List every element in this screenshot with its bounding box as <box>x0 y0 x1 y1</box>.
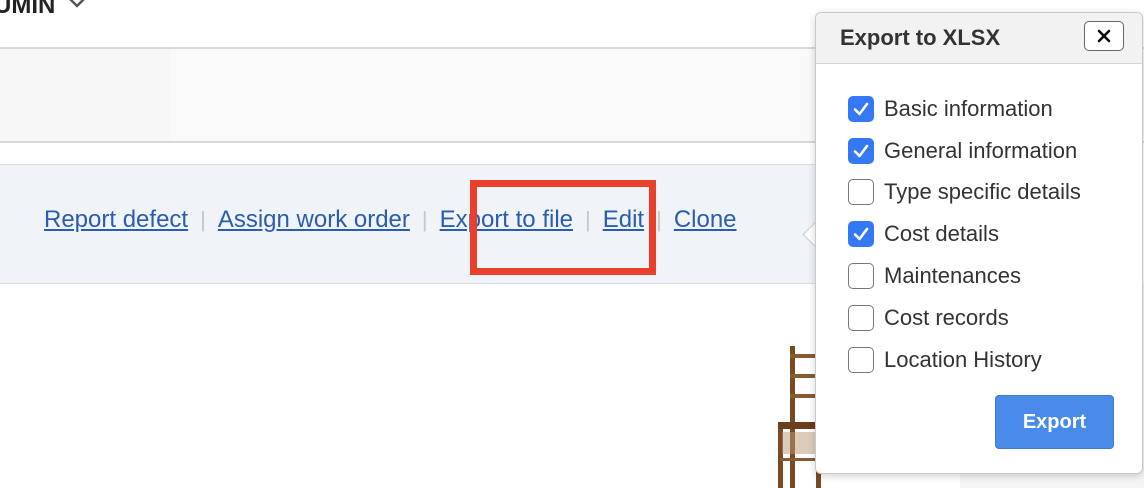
option-label: Cost records <box>884 304 1009 330</box>
checkbox[interactable] <box>848 95 874 122</box>
user-menu-label[interactable]: UMIN <box>0 0 55 20</box>
assign-work-order-link[interactable]: Assign work order <box>218 206 410 234</box>
close-icon <box>1097 29 1111 43</box>
option-cost-details[interactable]: Cost details <box>848 213 1128 255</box>
option-cost-records[interactable]: Cost records <box>848 297 1128 339</box>
option-label: Maintenances <box>884 263 1021 289</box>
checkbox[interactable] <box>848 221 874 248</box>
option-basic-information[interactable]: Basic information <box>848 88 1128 130</box>
highlight-box <box>470 180 656 275</box>
checkmark-icon <box>853 227 869 241</box>
export-popup: Export to XLSX Basic information General… <box>815 12 1143 474</box>
option-label: Cost details <box>884 221 999 247</box>
popup-header: Export to XLSX <box>816 13 1142 64</box>
option-label: Location History <box>884 346 1042 372</box>
checkbox[interactable] <box>848 179 874 206</box>
checkbox[interactable] <box>848 137 874 164</box>
checkbox[interactable] <box>848 304 874 331</box>
export-options: Basic information General information Ty… <box>848 88 1128 381</box>
separator: | <box>421 207 428 232</box>
popup-title: Export to XLSX <box>840 25 1001 50</box>
option-label: Basic information <box>884 95 1053 121</box>
option-label: General information <box>884 137 1078 163</box>
checkmark-icon <box>853 102 869 116</box>
export-button[interactable]: Export <box>995 395 1114 449</box>
separator: | <box>656 207 662 232</box>
close-button[interactable] <box>1084 21 1124 51</box>
checkbox[interactable] <box>848 263 874 290</box>
option-location-history[interactable]: Location History <box>848 339 1128 381</box>
separator: | <box>200 207 206 232</box>
option-general-information[interactable]: General information <box>848 130 1128 172</box>
checkbox[interactable] <box>848 346 874 373</box>
clone-link[interactable]: Clone <box>674 206 737 234</box>
checkmark-icon <box>853 144 869 157</box>
option-maintenances[interactable]: Maintenances <box>848 255 1128 297</box>
option-type-specific-details[interactable]: Type specific details <box>848 172 1128 214</box>
report-defect-link[interactable]: Report defect <box>44 206 188 234</box>
option-label: Type specific details <box>884 179 1081 205</box>
chevron-down-icon[interactable] <box>67 0 87 10</box>
